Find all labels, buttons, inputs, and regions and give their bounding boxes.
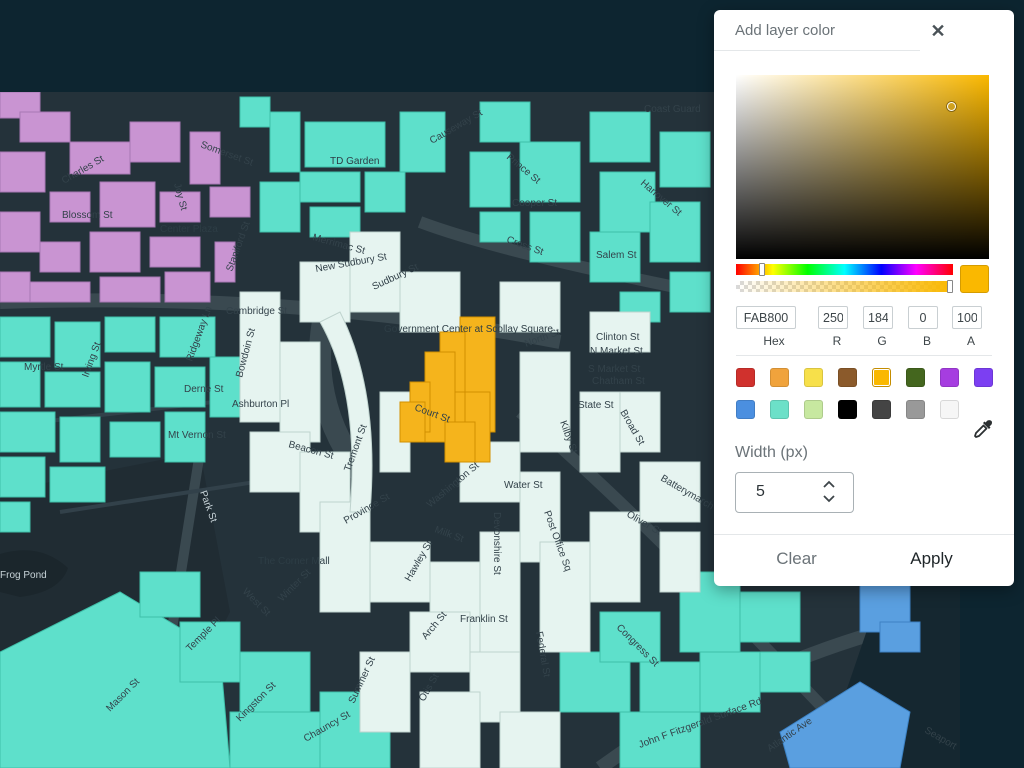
swatch-orange[interactable] (770, 368, 789, 387)
width-label: Width (px) (735, 444, 808, 461)
values-divider (736, 355, 992, 356)
swatch-white[interactable] (940, 400, 959, 419)
swatch-black[interactable] (838, 400, 857, 419)
eyedropper-button[interactable] (972, 418, 994, 440)
blue-input[interactable] (908, 306, 938, 329)
swatch-brown[interactable] (838, 368, 857, 387)
header-divider (714, 50, 920, 51)
map-label: Clinton St (596, 332, 640, 343)
map-label: Blossom St (62, 210, 113, 221)
swatch-dark-green[interactable] (906, 368, 925, 387)
alpha-slider[interactable] (736, 280, 953, 293)
map-label: Frog Pond (0, 570, 47, 581)
map-label: S Market St (588, 364, 640, 375)
map-label: Center Plaza (160, 224, 218, 235)
swatch-yellow[interactable] (804, 368, 823, 387)
color-preview-swatch (960, 265, 989, 293)
map-label: TD Garden (330, 156, 379, 167)
alpha-label: A (966, 334, 975, 348)
hex-label: Hex (763, 334, 785, 348)
map-label: The Corner Mall (258, 556, 330, 567)
swatch-blue[interactable] (736, 400, 755, 419)
eyedropper-icon (974, 420, 992, 438)
map-label: Salem St (596, 250, 637, 261)
map-label: Chatham St (592, 376, 645, 387)
swatch-gold[interactable] (872, 368, 891, 387)
map-label: Water St (504, 480, 543, 491)
width-decrement-button[interactable] (820, 493, 838, 507)
map-label: Coast Guard (644, 104, 701, 115)
map-label: Franklin St (460, 614, 508, 625)
swatch-gray[interactable] (906, 400, 925, 419)
map-label: Devonshire St (491, 512, 502, 575)
map-label: Myrtle St (24, 362, 64, 373)
alpha-slider-handle[interactable] (947, 280, 953, 293)
layer-color-panel: Add layer color ✕ Hex R G B A Width (px)… (714, 10, 1014, 586)
map-label: Cooper St (512, 198, 557, 209)
footer-divider (714, 534, 1014, 535)
swatch-purple[interactable] (940, 368, 959, 387)
swatch-teal[interactable] (770, 400, 789, 419)
swatch-light-green[interactable] (804, 400, 823, 419)
green-input[interactable] (863, 306, 893, 329)
panel-title: Add layer color (735, 22, 836, 39)
swatch-dark-gray[interactable] (872, 400, 891, 419)
clear-button[interactable]: Clear (744, 544, 849, 574)
map-label: Derne St (184, 384, 224, 395)
green-label: G (877, 334, 887, 348)
hex-input[interactable] (736, 306, 796, 329)
map-label: Ashburton Pl (232, 399, 289, 410)
close-button[interactable]: ✕ (926, 18, 950, 44)
alpha-input[interactable] (952, 306, 982, 329)
width-increment-button[interactable] (820, 478, 838, 492)
close-icon: ✕ (930, 21, 946, 41)
red-label: R (832, 334, 842, 348)
hue-slider[interactable] (736, 263, 953, 276)
swatch-violet[interactable] (974, 368, 993, 387)
apply-button[interactable]: Apply (879, 544, 984, 574)
red-input[interactable] (818, 306, 848, 329)
map-label: Mt Vernon St (168, 430, 226, 441)
saturation-value-handle[interactable] (947, 102, 956, 111)
map-label: Cambridge St (226, 306, 287, 317)
saturation-value-picker[interactable] (736, 75, 989, 259)
map-label: N Market St (590, 346, 643, 357)
blue-label: B (922, 334, 931, 348)
chevron-up-icon (823, 480, 835, 488)
map-label: Government Center at Scollay Square (384, 324, 553, 335)
swatch-red[interactable] (736, 368, 755, 387)
chevron-down-icon (823, 495, 835, 503)
map-label: State St (578, 400, 614, 411)
hue-slider-handle[interactable] (759, 263, 766, 276)
panel-header: Add layer color ✕ (714, 10, 1014, 52)
width-stepper[interactable]: 5 (735, 472, 854, 513)
width-value[interactable]: 5 (756, 483, 765, 501)
